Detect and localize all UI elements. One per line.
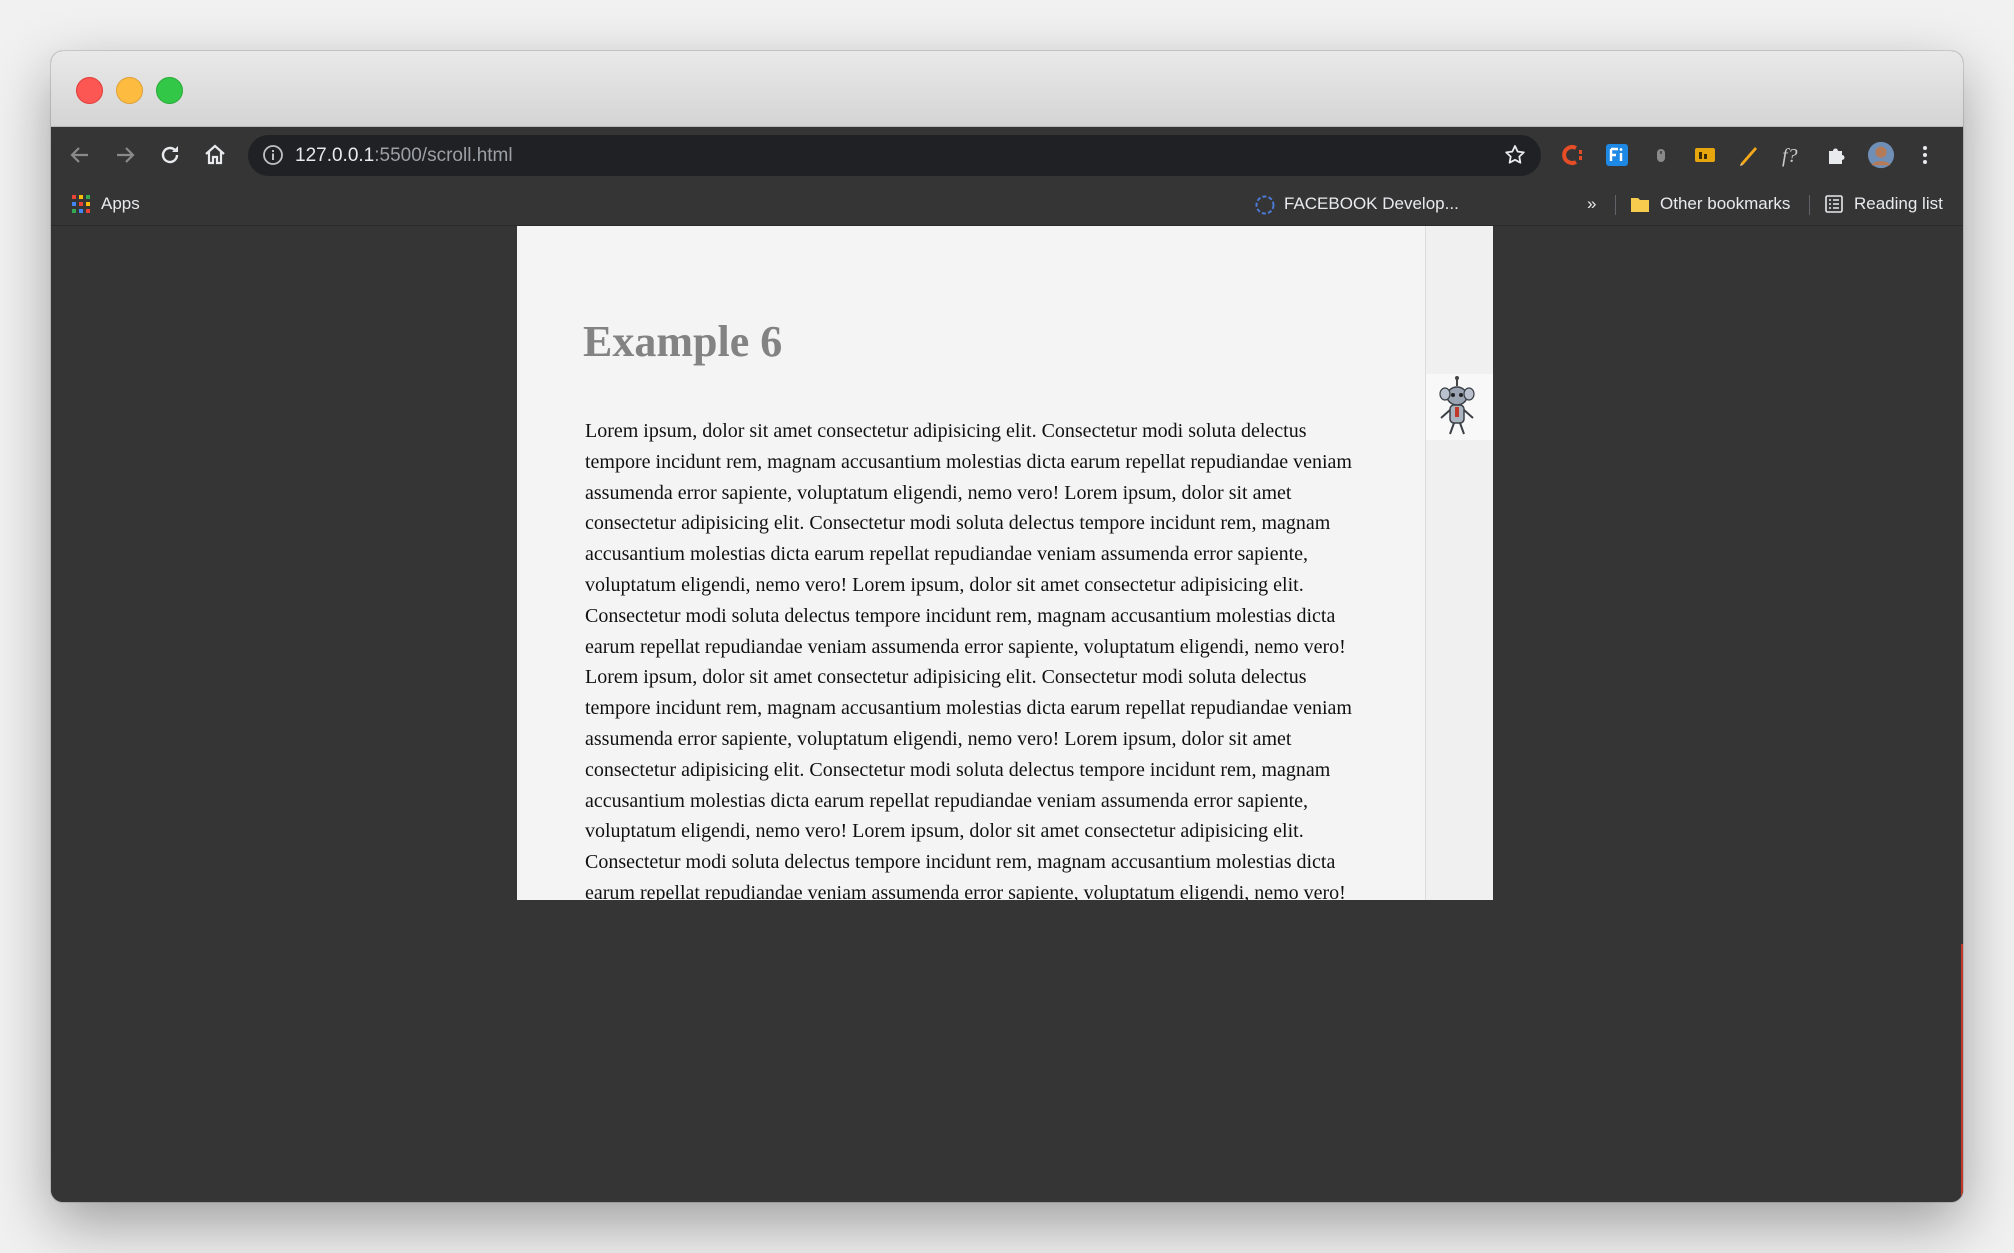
zoom-window-button[interactable] [156, 77, 183, 104]
apps-label: Apps [101, 194, 140, 213]
profile-avatar[interactable] [1867, 141, 1895, 169]
mouse-extension-icon[interactable] [1647, 141, 1675, 169]
apps-grid-icon [71, 194, 91, 214]
fi-extension-icon[interactable] [1603, 141, 1631, 169]
reload-icon[interactable] [154, 139, 186, 171]
mascot-tab[interactable] [1426, 374, 1493, 440]
browser-window: 127.0.0.1:5500/scroll.html f? Apps FACEB… [51, 51, 1963, 1202]
folder-icon [1630, 194, 1650, 214]
bookmarks-overflow-button[interactable]: » [1587, 191, 1596, 217]
bookmarks-divider [1615, 195, 1616, 215]
robot-mascot-icon [1439, 376, 1475, 435]
bookmarks-divider-2 [1809, 195, 1810, 215]
overflow-chevron-icon: » [1587, 194, 1597, 213]
site-info-icon[interactable] [262, 144, 284, 166]
pencil-extension-icon[interactable] [1735, 141, 1763, 169]
page-viewport: Example 6 Lorem ipsum, dolor sit amet co… [51, 226, 1963, 1202]
back-arrow-icon[interactable] [64, 139, 96, 171]
kebab-menu-icon[interactable] [1911, 141, 1939, 169]
formula-extension-icon[interactable]: f? [1779, 141, 1807, 169]
minimize-window-button[interactable] [116, 77, 143, 104]
other-bookmarks-label: Other bookmarks [1660, 194, 1791, 213]
reading-list-button[interactable]: Reading list [1824, 191, 1943, 217]
forward-arrow-icon[interactable] [109, 139, 141, 171]
rss-extension-icon[interactable] [1691, 141, 1719, 169]
codelf-extension-icon[interactable] [1559, 141, 1587, 169]
page-heading: Example 6 [583, 317, 783, 366]
lorem-paragraph: Lorem ipsum, dolor sit amet consectetur … [585, 420, 1352, 900]
svg-text:f?: f? [1782, 145, 1798, 167]
address-bar[interactable]: 127.0.0.1:5500/scroll.html [248, 135, 1541, 176]
url-text[interactable]: 127.0.0.1:5500/scroll.html [295, 145, 513, 167]
apps-bookmark[interactable]: Apps [71, 191, 140, 217]
sidebar-panel [1425, 226, 1493, 900]
scroll-content: Example 6 Lorem ipsum, dolor sit amet co… [517, 226, 1425, 900]
close-window-button[interactable] [76, 77, 103, 104]
facebook-bookmark-label: FACEBOOK Develop... [1284, 194, 1459, 213]
other-bookmarks-folder[interactable]: Other bookmarks [1630, 191, 1790, 217]
home-icon[interactable] [199, 139, 231, 171]
title-bar [51, 51, 1963, 127]
window-edge-accent [1961, 944, 1963, 1202]
facebook-bookmark[interactable]: FACEBOOK Develop... [1254, 191, 1459, 217]
loading-spinner-icon [1254, 194, 1275, 215]
reading-list-icon [1824, 194, 1844, 214]
bookmarks-bar: Apps FACEBOOK Develop... » Other bookmar… [51, 183, 1963, 226]
bookmark-star-icon[interactable] [1503, 143, 1527, 167]
url-host: 127.0.0.1 [295, 145, 375, 166]
reading-list-label: Reading list [1854, 194, 1943, 213]
url-path: :5500/scroll.html [374, 145, 513, 166]
browser-toolbar: 127.0.0.1:5500/scroll.html f? [51, 127, 1963, 183]
scroll-container[interactable]: Example 6 Lorem ipsum, dolor sit amet co… [517, 226, 1493, 900]
puzzle-extensions-icon[interactable] [1823, 141, 1851, 169]
